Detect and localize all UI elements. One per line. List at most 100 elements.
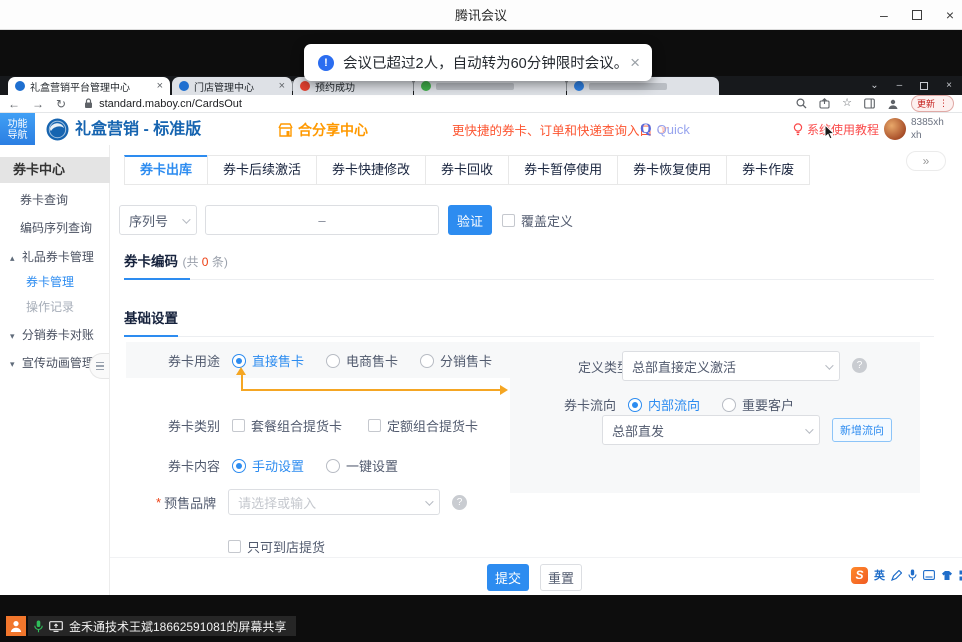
radio-one-click-setup[interactable]: 一键设置 (326, 456, 398, 475)
override-checkbox[interactable] (502, 214, 515, 227)
ime-panel-icon[interactable] (923, 570, 935, 580)
url-text[interactable]: standard.maboy.cn/CardsOut (99, 98, 242, 110)
browser-urlbar: ← → ↻ standard.maboy.cn/CardsOut ☆ (0, 95, 962, 113)
browser-update-button[interactable]: 更新 ⋮ (911, 95, 954, 112)
quick-search[interactable]: Q Quick (640, 113, 690, 146)
browser-tab-1[interactable]: 礼盒营销平台管理中心 × (8, 77, 170, 95)
panel-collapse-button[interactable]: » (906, 151, 946, 171)
sidebar-item-code-sequence-query[interactable]: 编码序列查询 (0, 219, 110, 237)
tab-card-resume[interactable]: 券卡恢复使用 (617, 155, 727, 185)
tutorial-link[interactable]: 系统使用教程 (793, 113, 879, 146)
function-nav-toggle[interactable]: 功能 导航 (0, 113, 35, 146)
ime-mic-icon[interactable] (908, 569, 917, 581)
quick-entry-link[interactable]: 更快捷的券卡、订单和快递查询入口 ☞ (452, 113, 669, 146)
help-icon[interactable]: ? (852, 358, 867, 373)
radio-distribution-sale[interactable]: 分销售卡 (420, 351, 492, 370)
triangle-up-icon: ▴ (10, 253, 15, 263)
browser-maximize-icon[interactable] (920, 82, 928, 90)
reset-button[interactable]: 重置 (540, 564, 582, 591)
mic-icon (34, 620, 43, 633)
reload-icon[interactable]: ↻ (56, 98, 66, 110)
store-pickup-only-row[interactable]: 只可到店提货 (228, 537, 325, 556)
back-icon[interactable]: ← (8, 98, 20, 110)
flow-target-select[interactable]: 总部直发 (602, 415, 820, 445)
tab-card-suspend[interactable]: 券卡暂停使用 (508, 155, 618, 185)
presale-brand-placeholder: 请选择或输入 (238, 493, 316, 512)
serial-range-input[interactable]: – (205, 205, 439, 235)
help-icon[interactable]: ? (452, 495, 467, 510)
checkbox-fixed-combo-pickup-card[interactable]: 定额组合提货卡 (368, 416, 478, 435)
radio-icon[interactable] (232, 354, 246, 368)
tab-card-recycle[interactable]: 券卡回收 (425, 155, 509, 185)
ime-skin-icon[interactable] (941, 570, 953, 581)
zoom-icon[interactable] (796, 98, 807, 109)
tab-card-quick-edit[interactable]: 券卡快捷修改 (316, 155, 426, 185)
form-footer: 提交 重置 (110, 557, 962, 595)
override-checkbox-row[interactable]: 覆盖定义 (502, 211, 573, 230)
sidebar-group-distribution-reconciliation[interactable]: ▾ 分销券卡对账 (0, 326, 110, 344)
verify-button[interactable]: 验证 (448, 205, 492, 235)
ime-pen-icon[interactable] (891, 570, 902, 581)
sidebar: 券卡中心 券卡查询 编码序列查询 ▴ 礼品券卡管理 券卡管理 操作记录 ▾ 分销… (0, 145, 110, 595)
sidebar-group-gift-card-management[interactable]: ▴ 礼品券卡管理 (0, 248, 110, 266)
radio-icon[interactable] (722, 398, 736, 412)
sharer-avatar[interactable] (6, 616, 26, 636)
radio-ecommerce-sale[interactable]: 电商售卡 (326, 351, 398, 370)
banner-close-icon[interactable]: × (630, 54, 640, 71)
minimize-icon[interactable]: – (880, 8, 888, 22)
add-flow-button[interactable]: 新增流向 (832, 418, 892, 442)
tab-close-icon[interactable]: × (279, 80, 285, 92)
tab-card-activate[interactable]: 券卡后续激活 (207, 155, 317, 185)
serial-search-row: 序列号 – 验证 覆盖定义 (119, 205, 573, 235)
browser-tab-2[interactable]: 门店管理中心 × (172, 77, 292, 95)
tab-close-icon[interactable]: × (157, 80, 163, 92)
sidebar-item-operation-log[interactable]: 操作记录 (0, 298, 110, 316)
urlbar-actions: ☆ 更新 ⋮ (796, 95, 954, 112)
browser-close-icon[interactable]: × (946, 81, 952, 91)
radio-icon[interactable] (420, 354, 434, 368)
close-icon[interactable]: × (946, 8, 954, 22)
sogou-logo-icon[interactable]: S (851, 567, 868, 584)
tab-title-obscured (589, 83, 667, 90)
checkbox-combo-pickup-card[interactable]: 套餐组合提货卡 (232, 416, 342, 435)
radio-manual-setup[interactable]: 手动设置 (232, 456, 304, 475)
sidebar-item-label: 宣传动画管理 (22, 356, 94, 370)
maximize-icon[interactable] (912, 10, 922, 20)
app-header: 功能 导航 礼盒营销 - 标准版 合分享中心 更快捷的券卡、订单和快递查询入口 … (0, 113, 962, 146)
radio-icon[interactable] (326, 354, 340, 368)
radio-icon[interactable] (232, 459, 246, 473)
serial-field-select[interactable]: 序列号 (119, 205, 197, 235)
submit-button[interactable]: 提交 (487, 564, 529, 591)
share-center-link[interactable]: 合分享中心 (278, 113, 368, 146)
checkbox-icon[interactable] (368, 419, 381, 432)
ime-language-toggle[interactable]: 英 (874, 567, 885, 583)
sidebar-item-card-management-active[interactable]: 券卡管理 (0, 273, 110, 291)
radio-icon[interactable] (326, 459, 340, 473)
checkbox-icon[interactable] (228, 540, 241, 553)
quick-entry-label: 更快捷的券卡、订单和快递查询入口 (452, 120, 652, 139)
radio-internal-flow[interactable]: 内部流向 (628, 395, 700, 414)
codes-count: (共 0 条) (182, 255, 227, 269)
lock-icon[interactable] (84, 98, 93, 109)
sidebar-collapse-handle[interactable] (89, 353, 109, 379)
serial-field-value: 序列号 (129, 211, 168, 230)
sidebar-item-card-query[interactable]: 券卡查询 (0, 191, 110, 209)
side-panel-icon[interactable] (864, 98, 875, 109)
forward-icon[interactable]: → (32, 98, 44, 110)
flow-arrow-right-head (500, 385, 508, 395)
bookmark-star-icon[interactable]: ☆ (842, 98, 852, 109)
tab-search-chevron-icon[interactable]: ⌄ (870, 81, 878, 91)
browser-minimize-icon[interactable]: – (897, 81, 903, 91)
share-icon[interactable] (819, 98, 830, 109)
more-menu-icon[interactable]: ⋮ (939, 98, 948, 109)
tab-card-void[interactable]: 券卡作废 (726, 155, 810, 185)
define-type-select[interactable]: 总部直接定义激活 (622, 351, 840, 381)
tab-card-outbound[interactable]: 券卡出库 (124, 155, 208, 185)
checkbox-icon[interactable] (232, 419, 245, 432)
user-avatar[interactable] (884, 118, 906, 140)
radio-important-customer[interactable]: 重要客户 (722, 395, 794, 414)
presale-brand-select[interactable]: 请选择或输入 (228, 489, 440, 515)
chevron-down-icon (805, 425, 813, 433)
profile-icon[interactable] (887, 98, 899, 110)
radio-icon[interactable] (628, 398, 642, 412)
